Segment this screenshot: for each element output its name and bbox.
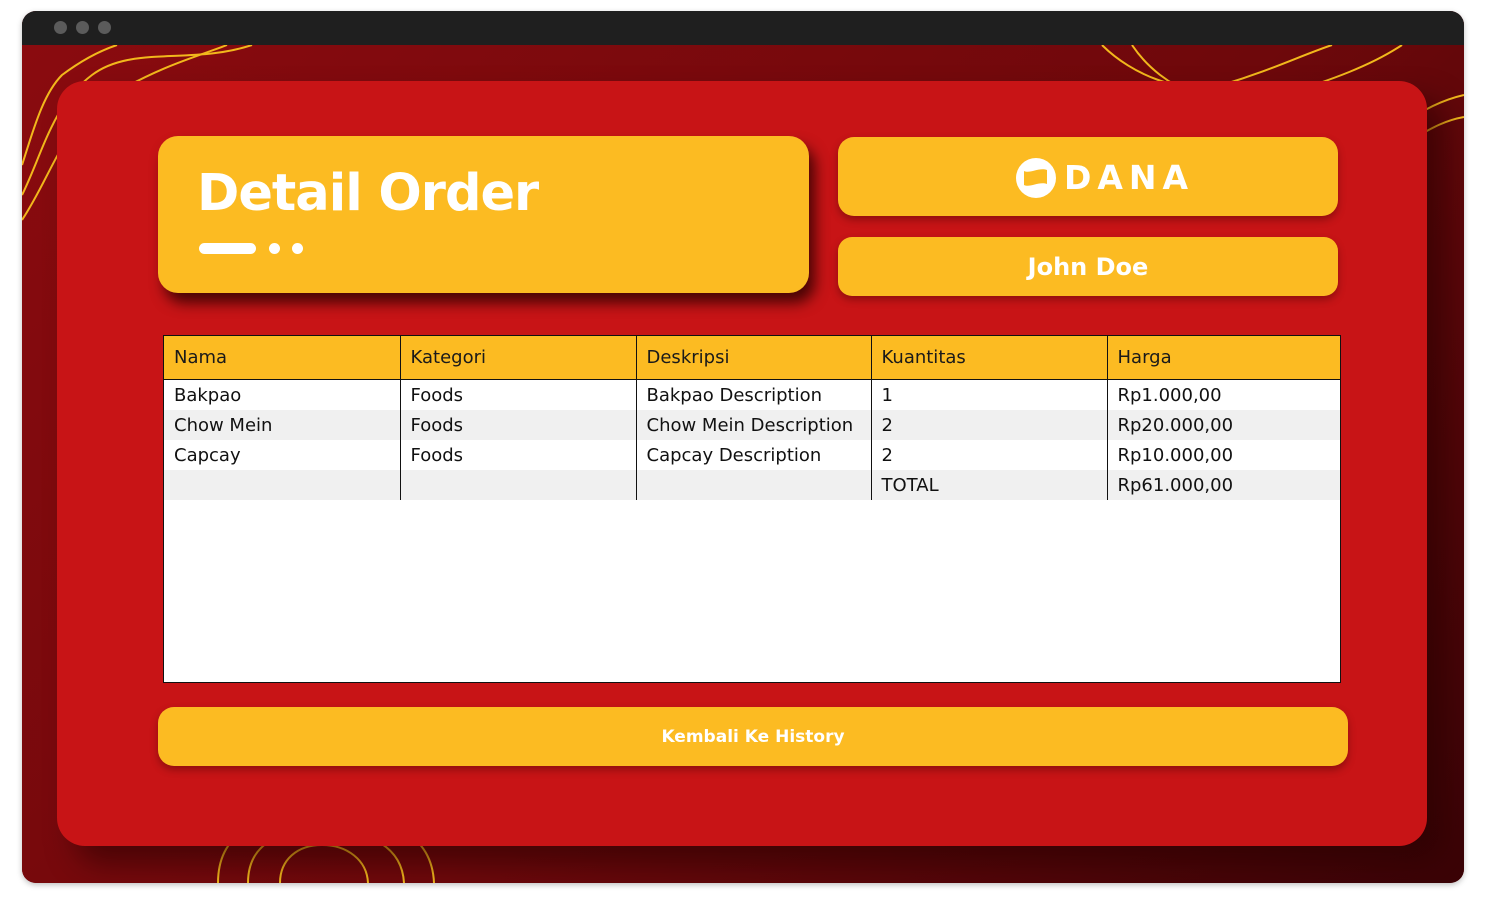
title-underline-dot <box>269 243 280 254</box>
table-cell: Foods <box>400 440 637 470</box>
payment-brand-label: DANA <box>1064 158 1195 197</box>
table-cell: 2 <box>871 410 1108 440</box>
table-cell: Bakpao <box>164 379 401 410</box>
table-header-row: Nama Kategori Deskripsi Kuantitas Harga <box>164 336 1340 380</box>
customer-name: John Doe <box>1027 252 1149 281</box>
table-row: Chow Mein Foods Chow Mein Description 2 … <box>164 410 1340 440</box>
column-header-kuantitas: Kuantitas <box>871 336 1108 380</box>
total-amount: Rp61.000,00 <box>1107 470 1340 500</box>
table-row: Bakpao Foods Bakpao Description 1 Rp1.00… <box>164 379 1340 410</box>
column-header-kategori: Kategori <box>400 336 637 380</box>
title-underline-dot <box>292 243 303 254</box>
table-cell: Bakpao Description <box>636 379 872 410</box>
table-cell: Rp1.000,00 <box>1107 379 1340 410</box>
table-cell: 1 <box>871 379 1108 410</box>
app-screen: Detail Order DANA John Doe Nama Kategori… <box>22 45 1464 883</box>
order-table: Nama Kategori Deskripsi Kuantitas Harga … <box>163 335 1341 683</box>
total-label: TOTAL <box>871 470 1108 500</box>
browser-window: Detail Order DANA John Doe Nama Kategori… <box>22 11 1464 883</box>
title-underline-bar <box>199 243 256 254</box>
window-control-dot[interactable] <box>76 21 89 34</box>
detail-order-card: Detail Order DANA John Doe Nama Kategori… <box>57 81 1427 846</box>
table-cell: Chow Mein <box>164 410 401 440</box>
table-cell: Foods <box>400 410 637 440</box>
table-cell: Rp20.000,00 <box>1107 410 1340 440</box>
table-cell: Foods <box>400 379 637 410</box>
back-to-history-button[interactable]: Kembali Ke History <box>158 707 1348 766</box>
table-cell: 2 <box>871 440 1108 470</box>
column-header-nama: Nama <box>164 336 401 380</box>
table-total-row: TOTAL Rp61.000,00 <box>164 470 1340 500</box>
table-cell <box>164 470 401 500</box>
page-title: Detail Order <box>197 164 539 223</box>
payment-method-panel: DANA <box>838 137 1338 216</box>
table-cell: Capcay <box>164 440 401 470</box>
table-row: Capcay Foods Capcay Description 2 Rp10.0… <box>164 440 1340 470</box>
dana-logo-icon <box>1016 158 1056 198</box>
page-header: Detail Order <box>158 136 809 293</box>
table-cell <box>636 470 872 500</box>
column-header-harga: Harga <box>1107 336 1340 380</box>
window-titlebar <box>22 11 1464 45</box>
window-control-dot[interactable] <box>54 21 67 34</box>
customer-name-panel: John Doe <box>838 237 1338 296</box>
table-cell: Capcay Description <box>636 440 872 470</box>
column-header-deskripsi: Deskripsi <box>636 336 872 380</box>
table-cell: Rp10.000,00 <box>1107 440 1340 470</box>
table-cell: Chow Mein Description <box>636 410 872 440</box>
table-cell <box>400 470 637 500</box>
window-control-dot[interactable] <box>98 21 111 34</box>
